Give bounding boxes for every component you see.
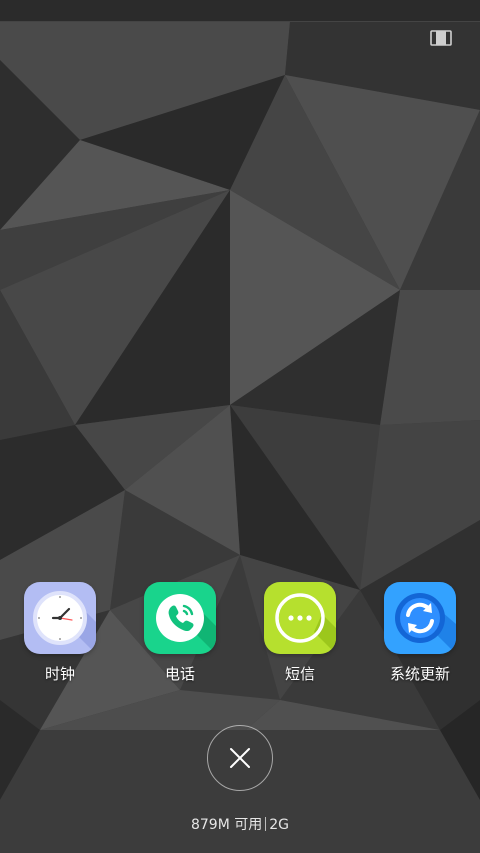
clock-app-icon (24, 582, 96, 654)
memory-available: 879M 可用 (190, 817, 263, 833)
message-icon (264, 582, 336, 654)
system-update-app-icon (384, 582, 456, 654)
view-toggle-icon (430, 30, 452, 46)
phone-app-icon (144, 582, 216, 654)
memory-total: 2G (269, 817, 290, 833)
recent-apps: 时钟 电话 短信 系统更新 (0, 582, 480, 692)
status-bar (0, 0, 480, 22)
recent-app-system-update[interactable]: 系统更新 (365, 582, 475, 692)
message-app-icon (264, 582, 336, 654)
app-label: 短信 (284, 665, 315, 683)
recent-app-phone[interactable]: 电话 (125, 582, 235, 692)
recent-app-clock[interactable]: 时钟 (5, 582, 115, 692)
memory-separator (265, 817, 267, 831)
view-toggle-button[interactable] (430, 30, 452, 46)
phone-icon (144, 582, 216, 654)
clear-all-button[interactable] (207, 725, 273, 791)
recent-app-messages[interactable]: 短信 (245, 582, 355, 692)
memory-info: 879M 可用 2G (0, 815, 480, 835)
close-icon (230, 748, 250, 768)
app-label: 时钟 (44, 665, 75, 683)
app-label: 电话 (164, 665, 195, 683)
clock-icon (24, 582, 96, 654)
app-label: 系统更新 (389, 665, 450, 683)
system-update-icon (384, 582, 456, 654)
